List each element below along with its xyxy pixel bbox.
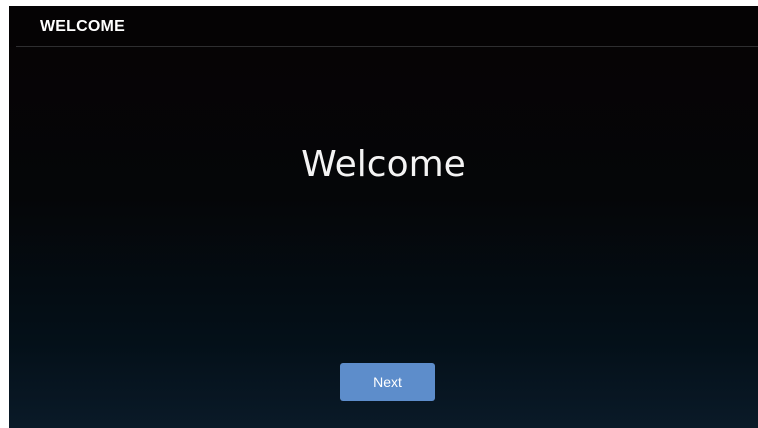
title-bar: WELCOME [9, 6, 758, 47]
welcome-heading: Welcome [301, 144, 466, 185]
header-divider [16, 46, 758, 47]
next-button[interactable]: Next [340, 363, 435, 401]
setup-screen: WELCOME Welcome Next [9, 6, 758, 428]
page-title: WELCOME [40, 18, 125, 35]
